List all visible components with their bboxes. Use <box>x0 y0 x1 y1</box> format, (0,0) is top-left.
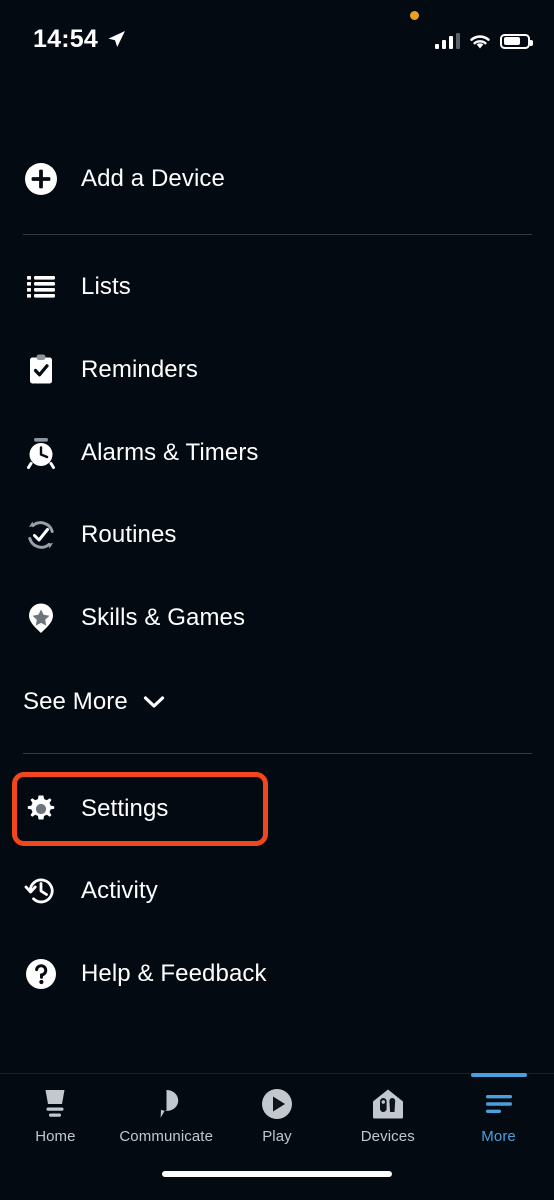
plus-circle-icon <box>23 161 59 197</box>
tab-label: More <box>481 1128 516 1145</box>
tab-label: Communicate <box>119 1128 214 1145</box>
menu-item-help-feedback[interactable]: Help & Feedback <box>0 945 554 1003</box>
menu-item-reminders[interactable]: Reminders <box>0 341 554 399</box>
tab-devices[interactable]: Devices <box>332 1074 443 1160</box>
menu-item-label: Settings <box>81 795 169 822</box>
menu-item-label: Help & Feedback <box>81 960 267 987</box>
hamburger-menu-icon <box>479 1086 519 1122</box>
status-bar-time: 14:54 <box>33 25 98 53</box>
home-indicator-bar <box>162 1171 392 1177</box>
status-bar-indicators <box>434 30 533 52</box>
menu-item-label: Activity <box>81 877 158 904</box>
question-circle-icon <box>23 956 59 992</box>
menu-item-skills-games[interactable]: Skills & Games <box>0 589 554 647</box>
tab-play[interactable]: Play <box>222 1074 333 1160</box>
home-devices-icon <box>368 1086 408 1122</box>
status-bar: 14:54 <box>0 0 554 72</box>
history-clock-icon <box>23 873 59 909</box>
tab-communicate[interactable]: Communicate <box>111 1074 222 1160</box>
battery-icon <box>500 33 533 49</box>
gear-icon <box>23 791 59 827</box>
menu-item-label: Lists <box>81 273 131 300</box>
bottom-tab-bar: Home Communicate Play Devices More <box>0 1073 554 1200</box>
location-arrow-icon <box>105 28 127 50</box>
tab-label: Play <box>262 1128 292 1145</box>
menu-item-label: Add a Device <box>81 165 225 192</box>
tab-home[interactable]: Home <box>0 1074 111 1160</box>
tab-more[interactable]: More <box>443 1073 554 1160</box>
menu-item-label: Reminders <box>81 356 198 383</box>
chevron-down-icon <box>142 694 166 710</box>
clipboard-check-icon <box>23 352 59 388</box>
see-more-label: See More <box>23 688 128 715</box>
menu-item-label: Alarms & Timers <box>81 439 259 466</box>
menu-item-lists[interactable]: Lists <box>0 258 554 316</box>
tab-active-indicator <box>470 1073 527 1077</box>
cellular-signal-icon <box>434 33 460 49</box>
app-screen: 14:54 Add a Device Lists Reminders Alarm… <box>0 0 554 1200</box>
tab-label: Home <box>35 1128 76 1145</box>
menu-item-label: Skills & Games <box>81 604 246 631</box>
speech-bubble-icon <box>146 1086 186 1122</box>
routines-refresh-check-icon <box>23 517 59 553</box>
map-pin-star-icon <box>23 600 59 636</box>
see-more-button[interactable]: See More <box>23 682 166 722</box>
tab-label: Devices <box>360 1128 415 1145</box>
alarm-clock-icon <box>23 435 59 471</box>
play-circle-icon <box>257 1086 297 1122</box>
menu-item-routines[interactable]: Routines <box>0 506 554 564</box>
menu-item-alarms-timers[interactable]: Alarms & Timers <box>0 424 554 482</box>
orange-privacy-dot <box>410 11 419 20</box>
wifi-icon <box>468 32 492 50</box>
menu-item-settings[interactable]: Settings <box>0 780 554 838</box>
list-icon <box>23 269 59 305</box>
echo-device-icon <box>35 1086 75 1122</box>
menu-item-label: Routines <box>81 521 177 548</box>
divider-bottom <box>23 753 532 754</box>
menu-item-activity[interactable]: Activity <box>0 862 554 920</box>
divider-top <box>23 234 532 235</box>
menu-item-add-a-device[interactable]: Add a Device <box>0 150 554 208</box>
